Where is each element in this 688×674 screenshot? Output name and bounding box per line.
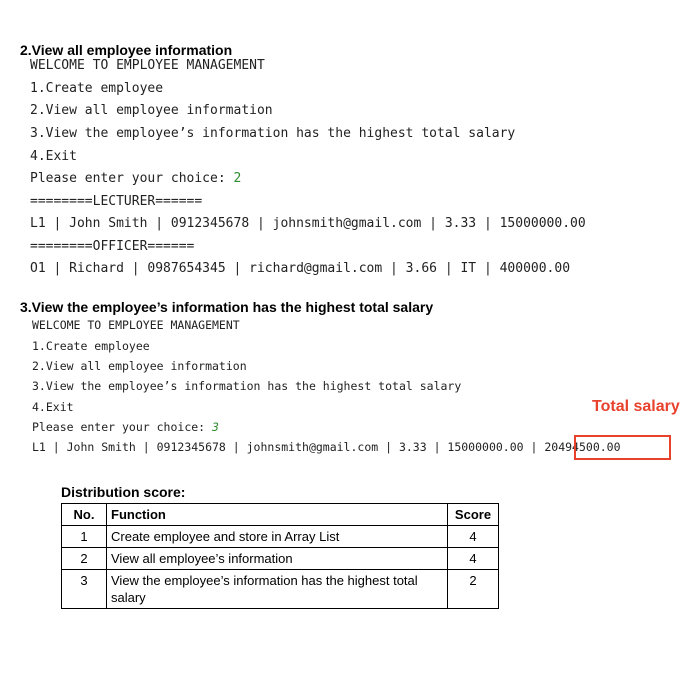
table-row: 2 View all employee’s information 4 bbox=[61, 547, 499, 570]
section2-title: 2.View all employee information bbox=[20, 42, 233, 58]
console-menu-item: 3.View the employee’s information has th… bbox=[30, 126, 516, 141]
cell-score: 4 bbox=[447, 547, 499, 570]
total-salary-highlight-box bbox=[574, 435, 671, 460]
console-menu-item: 3.View the employee’s information has th… bbox=[32, 379, 462, 393]
console-welcome: WELCOME TO EMPLOYEE MANAGEMENT bbox=[32, 318, 240, 332]
console-menu-item: 2.View all employee information bbox=[30, 103, 273, 118]
prompt-text: Please enter your choice: bbox=[30, 171, 234, 186]
cell-function: Create employee and store in Array List bbox=[106, 525, 448, 548]
console-menu-item: 2.View all employee information bbox=[32, 359, 247, 373]
console-menu-item: 4.Exit bbox=[30, 149, 77, 164]
officer-header: ========OFFICER====== bbox=[30, 239, 195, 254]
table-row: 1 Create employee and store in Array Lis… bbox=[61, 525, 499, 548]
officer-row: O1 | Richard | 0987654345 | richard@gmai… bbox=[30, 261, 571, 276]
console-prompt: Please enter your choice: 2 bbox=[30, 171, 241, 186]
lecturer-header: ========LECTURER====== bbox=[30, 194, 203, 209]
cell-score: 2 bbox=[447, 569, 499, 609]
table-row: 3 View the employee’s information has th… bbox=[61, 569, 499, 609]
table-header-row: No. Function Score bbox=[61, 503, 499, 526]
prompt-text: Please enter your choice: bbox=[32, 420, 213, 434]
console-welcome: WELCOME TO EMPLOYEE MANAGEMENT bbox=[30, 58, 265, 73]
cell-no: 1 bbox=[61, 525, 107, 548]
cell-function: View all employee’s information bbox=[106, 547, 448, 570]
choice-value: 3 bbox=[212, 420, 219, 434]
cell-no: 2 bbox=[61, 547, 107, 570]
choice-value: 2 bbox=[233, 171, 242, 186]
header-no: No. bbox=[61, 503, 107, 526]
console-menu-item: 1.Create employee bbox=[30, 81, 164, 96]
header-score: Score bbox=[447, 503, 499, 526]
section3-title: 3.View the employee’s information has th… bbox=[20, 299, 434, 315]
cell-score: 4 bbox=[447, 525, 499, 548]
total-salary-annotation: Total salary bbox=[592, 398, 680, 415]
distribution-table: No. Function Score 1 Create employee and… bbox=[61, 503, 499, 609]
console-menu-item: 1.Create employee bbox=[32, 339, 150, 353]
result-row: L1 | John Smith | 0912345678 | johnsmith… bbox=[32, 440, 621, 454]
cell-function: View the employee’s information has the … bbox=[106, 569, 448, 609]
header-function: Function bbox=[106, 503, 448, 526]
console-prompt: Please enter your choice: 3 bbox=[32, 420, 219, 434]
result-row-text: L1 | John Smith | 0912345678 | johnsmith… bbox=[32, 440, 545, 454]
cell-no: 3 bbox=[61, 569, 107, 609]
console-menu-item: 4.Exit bbox=[32, 400, 74, 414]
distribution-title: Distribution score: bbox=[61, 484, 186, 500]
lecturer-row: L1 | John Smith | 0912345678 | johnsmith… bbox=[30, 216, 586, 231]
